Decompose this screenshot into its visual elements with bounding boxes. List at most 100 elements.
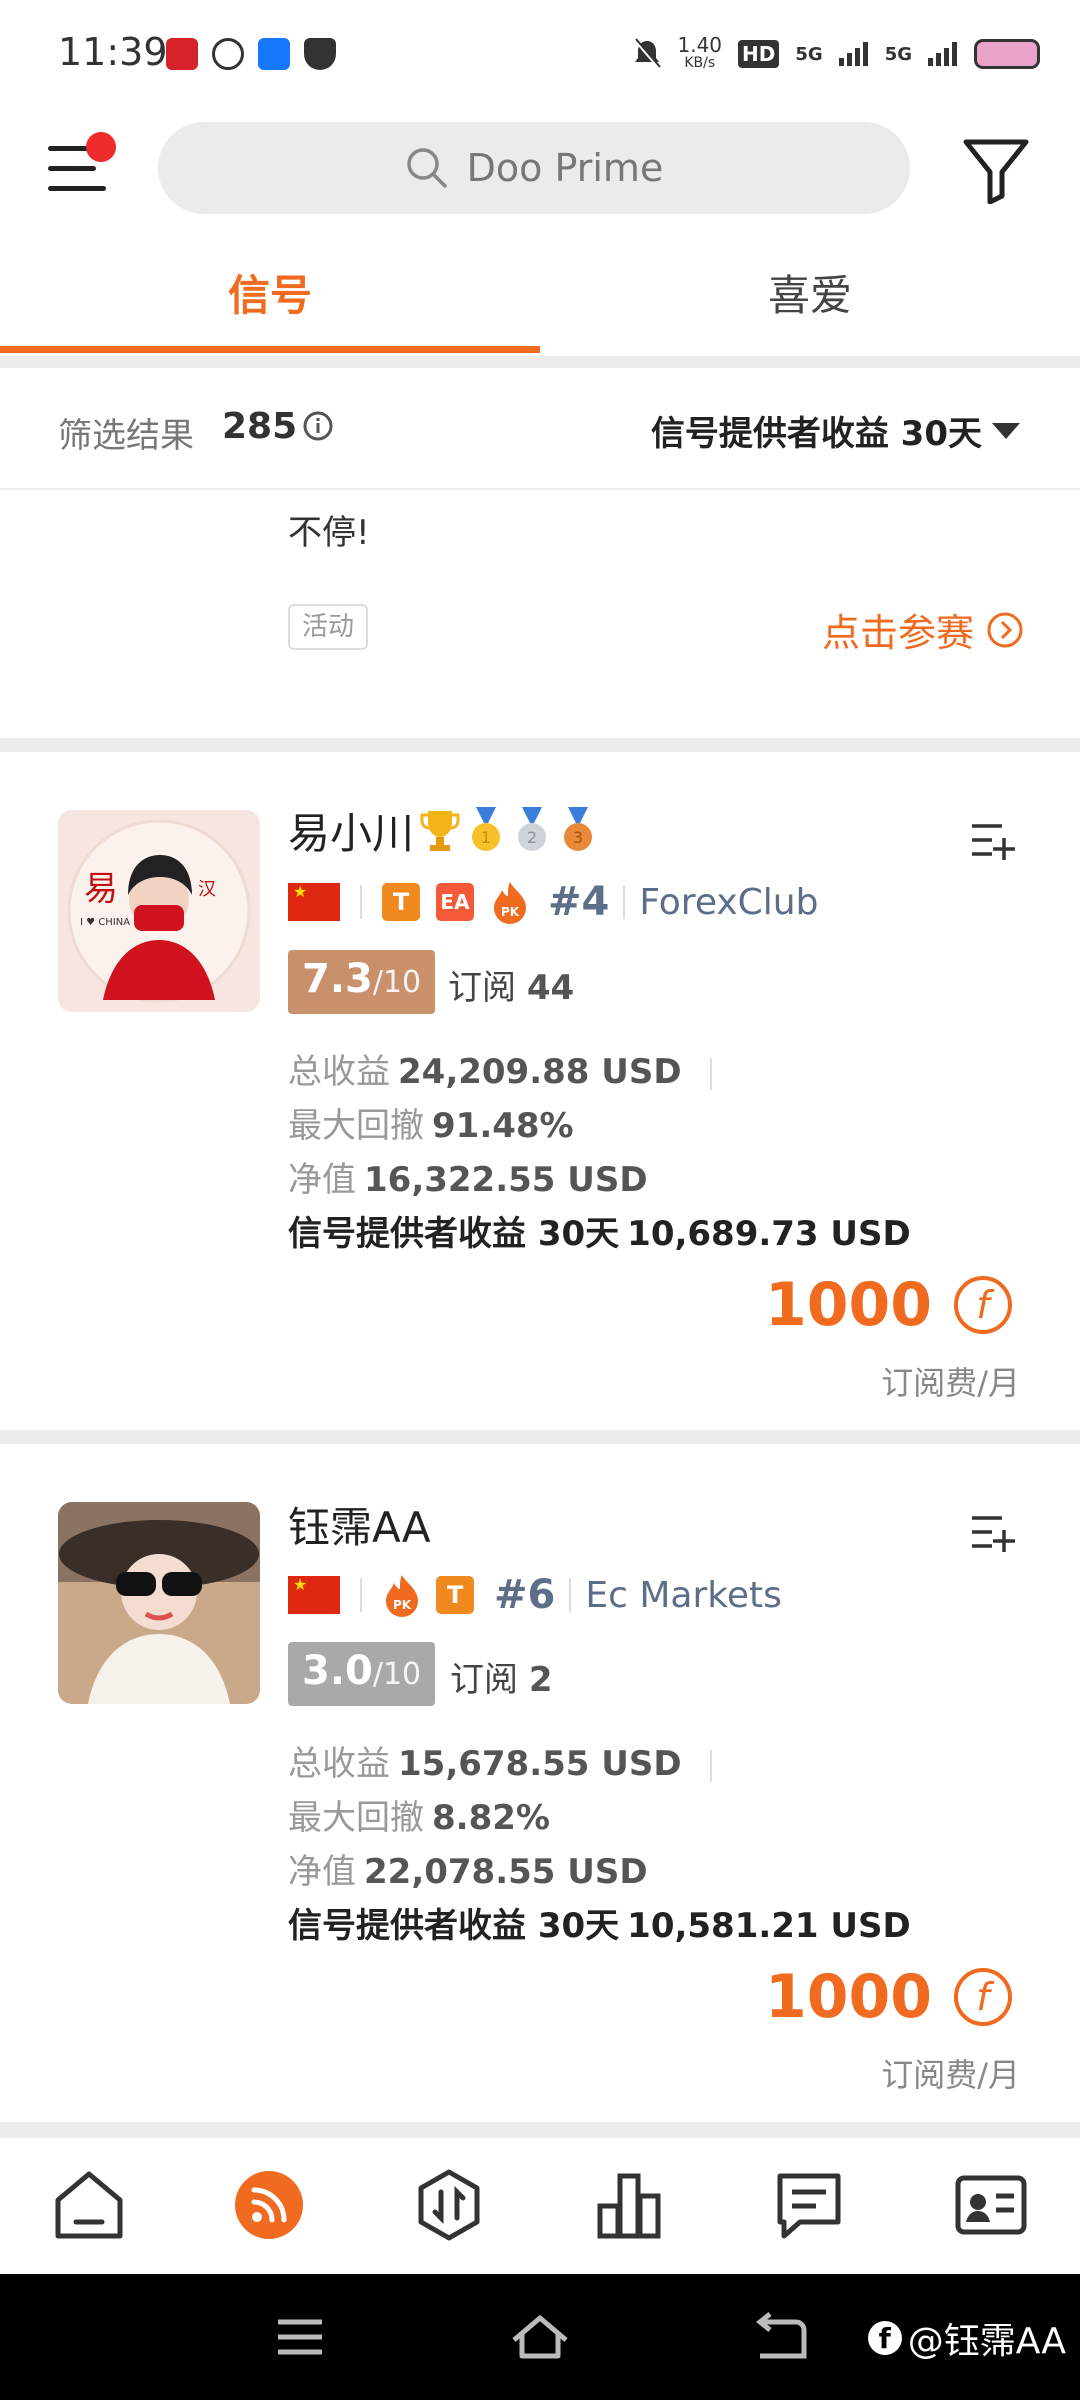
tab-indicator <box>0 346 540 353</box>
svg-text:汉: 汉 <box>198 879 216 900</box>
coin-icon: f <box>954 1968 1012 2026</box>
separator <box>360 1578 362 1612</box>
sort-dropdown[interactable]: 信号提供者收益 30天 <box>651 406 1020 455</box>
badge-t: T <box>382 883 420 921</box>
signal-name: 易小川 1 2 3 <box>288 800 598 861</box>
divider <box>0 2136 1080 2138</box>
watermark: f @钰霈AA <box>867 2312 1066 2364</box>
divider <box>0 356 1080 368</box>
chart-icon[interactable] <box>590 2166 668 2244</box>
svg-text:1: 1 <box>481 828 491 847</box>
svg-text:易: 易 <box>84 869 118 909</box>
pk-fire-icon: PK <box>494 882 526 924</box>
menu-button[interactable] <box>48 132 116 198</box>
home-nav-icon[interactable] <box>510 2310 570 2364</box>
divider <box>0 1430 1080 1444</box>
recents-menu-icon[interactable] <box>270 2310 330 2364</box>
filter-result-label: 筛选结果 <box>58 416 194 456</box>
chevron-right-circle-icon <box>987 612 1023 647</box>
metric-value: 10,581.21 USD <box>627 1906 911 1946</box>
menu-line <box>48 166 96 171</box>
metric-label: 总收益 <box>288 1744 390 1784</box>
separator <box>360 885 362 919</box>
score-badge: 3.0/10 <box>288 1642 436 1706</box>
battery-icon <box>974 39 1040 69</box>
signal-rank: #6 <box>494 1572 556 1618</box>
caret-down-icon <box>992 422 1020 439</box>
metric-value: 8.82% <box>432 1798 550 1838</box>
add-to-list-icon[interactable] <box>968 820 1016 862</box>
provider-profit-30d: 信号提供者收益 30天 10,689.73 USD <box>288 1206 911 1255</box>
avatar: 易 汉 I ♥ CHINA <box>58 810 260 1012</box>
subscription-price[interactable]: 1000 f <box>765 1270 1012 1340</box>
search-text: Doo Prime <box>466 146 664 190</box>
status-right: 1.40 KB/s HD 5G 5G <box>632 33 1040 72</box>
metric-label: 最大回撤 <box>288 1106 424 1146</box>
trade-icon[interactable] <box>410 2166 488 2244</box>
notification-app-icon <box>212 38 244 70</box>
tab-favorites[interactable]: 喜爱 <box>540 262 1080 323</box>
notification-app-icon <box>166 38 198 70</box>
notification-dot <box>86 132 116 162</box>
score-value: 3.0 <box>302 1648 373 1694</box>
join-contest-link[interactable]: 点击参赛 <box>822 602 1024 657</box>
subscriber-label: 订阅 <box>450 1660 518 1700</box>
metric-value: 10,689.73 USD <box>627 1214 911 1254</box>
subscriber-count: 订阅 44 <box>448 960 574 1009</box>
menu-line <box>48 186 106 191</box>
bronze-medal-icon: 3 <box>564 806 593 851</box>
signal-broker: Ec Markets <box>585 1574 782 1616</box>
trophy-icon <box>420 810 460 851</box>
signal-badges: PK T #6 Ec Markets <box>288 1570 782 1620</box>
gold-medal-icon: 1 <box>472 806 501 851</box>
signal-badges: T EA PK #4 ForexClub <box>288 877 818 927</box>
metric-value: 16,322.55 USD <box>364 1160 648 1200</box>
signal-broker: ForexClub <box>639 881 819 923</box>
sort-label: 信号提供者收益 30天 <box>650 414 982 454</box>
equity: 净值 22,078.55 USD <box>288 1844 648 1893</box>
message-icon[interactable] <box>770 2166 848 2244</box>
signal-feed-icon[interactable] <box>230 2166 308 2244</box>
metric-label: 信号提供者收益 30天 <box>288 1214 620 1254</box>
search-bar[interactable]: Doo Prime <box>158 122 910 214</box>
promo-tag: 活动 <box>288 604 368 650</box>
separator <box>709 1749 712 1782</box>
add-to-list-icon[interactable] <box>968 1512 1016 1554</box>
bottom-nav <box>0 2136 1080 2274</box>
svg-text:I ♥ CHINA: I ♥ CHINA <box>80 917 130 928</box>
profile-card-icon[interactable] <box>952 2166 1030 2244</box>
metric-label: 净值 <box>288 1852 356 1892</box>
metric-value: 24,209.88 USD <box>398 1052 682 1092</box>
svg-text:3: 3 <box>573 828 583 847</box>
info-icon[interactable] <box>302 410 334 442</box>
tab-signals[interactable]: 信号 <box>0 262 540 323</box>
total-profit: 总收益 15,678.55 USD <box>288 1736 712 1785</box>
max-drawdown: 最大回撤 8.82% <box>288 1790 550 1839</box>
badge-t: T <box>436 1576 474 1614</box>
facebook-icon: f <box>867 2321 902 2355</box>
svg-text:PK: PK <box>501 905 520 919</box>
signal-icon <box>928 42 957 66</box>
metric-value: 91.48% <box>432 1106 574 1146</box>
separator <box>709 1057 712 1090</box>
price-value: 1000 <box>765 1270 932 1340</box>
metric-label: 总收益 <box>288 1052 390 1092</box>
china-flag-icon <box>288 1576 340 1614</box>
equity: 净值 16,322.55 USD <box>288 1152 648 1201</box>
filter-button[interactable] <box>960 134 1032 205</box>
score-denominator: /10 <box>372 965 422 1000</box>
pk-fire-icon: PK <box>386 1575 418 1617</box>
filter-funnel-icon <box>963 139 1029 205</box>
subscription-price[interactable]: 1000 f <box>765 1962 1012 2032</box>
back-icon[interactable] <box>752 2310 812 2364</box>
join-contest-label: 点击参赛 <box>821 611 974 655</box>
badge-ea: EA <box>436 883 474 921</box>
signal-name: 钰霈AA <box>288 1494 431 1555</box>
price-value: 1000 <box>765 1962 932 2032</box>
silver-medal-icon: 2 <box>518 806 547 851</box>
net-speed: 1.40 KB/s <box>677 33 723 71</box>
search-icon <box>406 148 447 188</box>
filter-result-count: 285 <box>222 406 298 447</box>
home-icon[interactable] <box>50 2166 128 2244</box>
divider <box>0 2122 1080 2136</box>
